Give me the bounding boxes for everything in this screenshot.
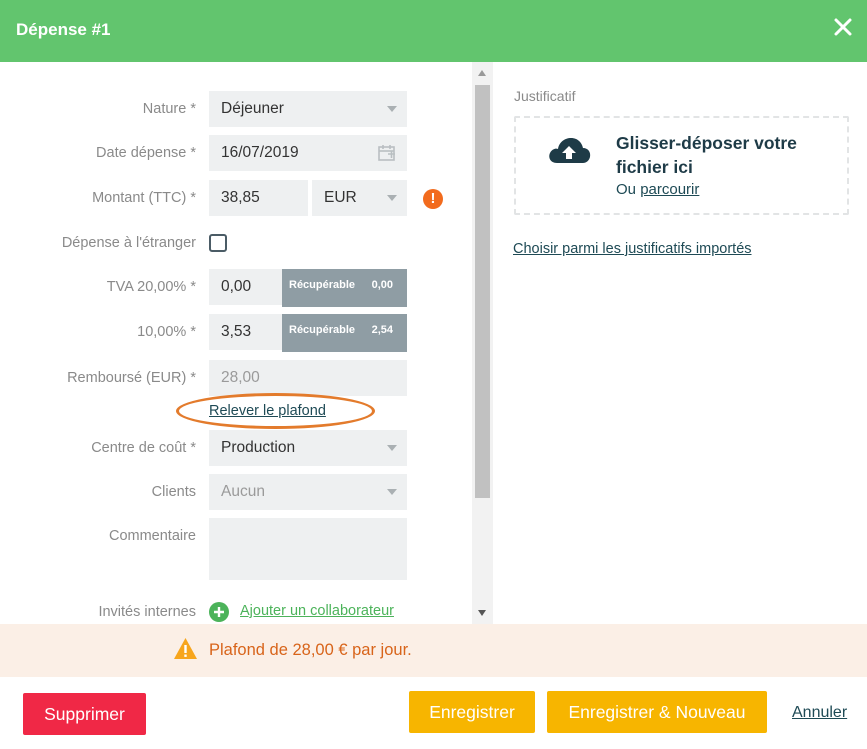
- choose-imported-link[interactable]: Choisir parmi les justificatifs importés: [513, 241, 752, 257]
- refunded-value: 28,00: [221, 369, 260, 386]
- add-collaborator-link[interactable]: Ajouter un collaborateur: [240, 603, 394, 619]
- drop-or-line: Ou parcourir: [616, 181, 699, 198]
- close-icon[interactable]: [833, 17, 853, 37]
- comment-label: Commentaire: [108, 528, 196, 544]
- vat20-input[interactable]: 0,00: [209, 269, 282, 305]
- vat10-row: 10,00% * 3,53 Récupérable 2,54: [0, 314, 472, 352]
- amount-input[interactable]: 38,85: [209, 180, 308, 216]
- scroll-up-icon[interactable]: [478, 70, 486, 76]
- file-dropzone[interactable]: Glisser-déposer votre fichier ici Ou par…: [514, 116, 849, 215]
- save-button[interactable]: Enregistrer: [409, 691, 535, 733]
- vat10-label: 10,00% *: [137, 324, 196, 340]
- refunded-label: Remboursé (EUR) *: [67, 370, 196, 386]
- abroad-checkbox[interactable]: [209, 234, 227, 252]
- nature-row: Nature * Déjeuner: [0, 91, 472, 127]
- nature-select[interactable]: Déjeuner: [209, 91, 407, 127]
- vat10-recoverable-label: Récupérable: [289, 324, 356, 336]
- vat20-recoverable-label: Récupérable: [289, 279, 356, 291]
- save-and-new-button[interactable]: Enregistrer & Nouveau: [547, 691, 767, 733]
- abroad-row: Dépense à l'étranger: [0, 225, 472, 261]
- currency-value: EUR: [324, 189, 357, 206]
- comment-textarea[interactable]: [209, 518, 407, 580]
- internal-guests-label: Invités internes: [98, 604, 196, 620]
- highlight-annotation: [176, 393, 375, 429]
- cancel-link[interactable]: Annuler: [792, 704, 847, 722]
- warning-icon: !: [423, 189, 443, 209]
- clients-value: Aucun: [221, 483, 265, 500]
- vat20-label: TVA 20,00% *: [106, 279, 196, 295]
- clients-label: Clients: [151, 484, 196, 500]
- date-value: 16/07/2019: [221, 144, 299, 161]
- clients-select[interactable]: Aucun: [209, 474, 407, 510]
- modal-footer: Supprimer Enregistrer Enregistrer & Nouv…: [0, 677, 867, 749]
- date-row: Date dépense * 16/07/2019: [0, 135, 472, 171]
- refunded-row: Remboursé (EUR) * 28,00: [0, 360, 472, 396]
- browse-link[interactable]: parcourir: [640, 181, 699, 198]
- nature-label: Nature *: [142, 101, 196, 117]
- modal-header: Dépense #1: [0, 0, 867, 62]
- amount-value: 38,85: [221, 189, 260, 206]
- vat20-row: TVA 20,00% * 0,00 Récupérable 0,00: [0, 269, 472, 307]
- attachment-title: Justificatif: [514, 88, 576, 104]
- vat10-recoverable: Récupérable 2,54: [282, 314, 407, 352]
- vat10-input[interactable]: 3,53: [209, 314, 282, 350]
- calendar-icon[interactable]: [377, 143, 397, 163]
- cost-center-value: Production: [221, 439, 296, 456]
- internal-guests-row: Invités internes Ajouter un collaborateu…: [0, 594, 472, 624]
- drop-or-text: Ou: [616, 181, 637, 198]
- chevron-down-icon: [387, 489, 397, 495]
- currency-select[interactable]: EUR: [312, 180, 407, 216]
- scroll-thumb[interactable]: [475, 85, 490, 498]
- vat20-value: 0,00: [221, 278, 252, 295]
- vat20-recoverable: Récupérable 0,00: [282, 269, 407, 307]
- cost-center-row: Centre de coût * Production: [0, 430, 472, 466]
- cost-center-label: Centre de coût *: [91, 440, 196, 456]
- chevron-down-icon: [387, 106, 397, 112]
- expense-form: Nature * Déjeuner Date dépense * 16/07/2…: [0, 62, 472, 624]
- chevron-down-icon: [387, 445, 397, 451]
- warning-text: Plafond de 28,00 € par jour.: [209, 641, 412, 659]
- scroll-down-icon[interactable]: [478, 610, 486, 616]
- warning-triangle-icon: [174, 638, 197, 659]
- amount-label: Montant (TTC) *: [92, 190, 196, 206]
- abroad-label: Dépense à l'étranger: [61, 235, 196, 251]
- date-label: Date dépense *: [96, 145, 196, 161]
- choose-imported-container: Choisir parmi les justificatifs importés: [513, 240, 752, 258]
- amount-row: Montant (TTC) * 38,85 EUR !: [0, 180, 472, 216]
- date-input[interactable]: 16/07/2019: [209, 135, 407, 171]
- refunded-input[interactable]: 28,00: [209, 360, 407, 396]
- cost-center-select[interactable]: Production: [209, 430, 407, 466]
- clients-row: Clients Aucun: [0, 474, 472, 510]
- modal-title: Dépense #1: [16, 20, 111, 39]
- warning-bar: Plafond de 28,00 € par jour.: [0, 624, 867, 677]
- delete-button[interactable]: Supprimer: [23, 693, 146, 735]
- nature-value: Déjeuner: [221, 100, 284, 117]
- vat20-recoverable-value: 0,00: [371, 279, 393, 291]
- cloud-upload-icon: [549, 138, 591, 163]
- vat10-recoverable-value: 2,54: [371, 324, 393, 336]
- chevron-down-icon: [387, 195, 397, 201]
- drop-text: Glisser-déposer votre fichier ici: [616, 133, 797, 177]
- plus-icon[interactable]: [209, 602, 229, 622]
- vat10-value: 3,53: [221, 323, 252, 340]
